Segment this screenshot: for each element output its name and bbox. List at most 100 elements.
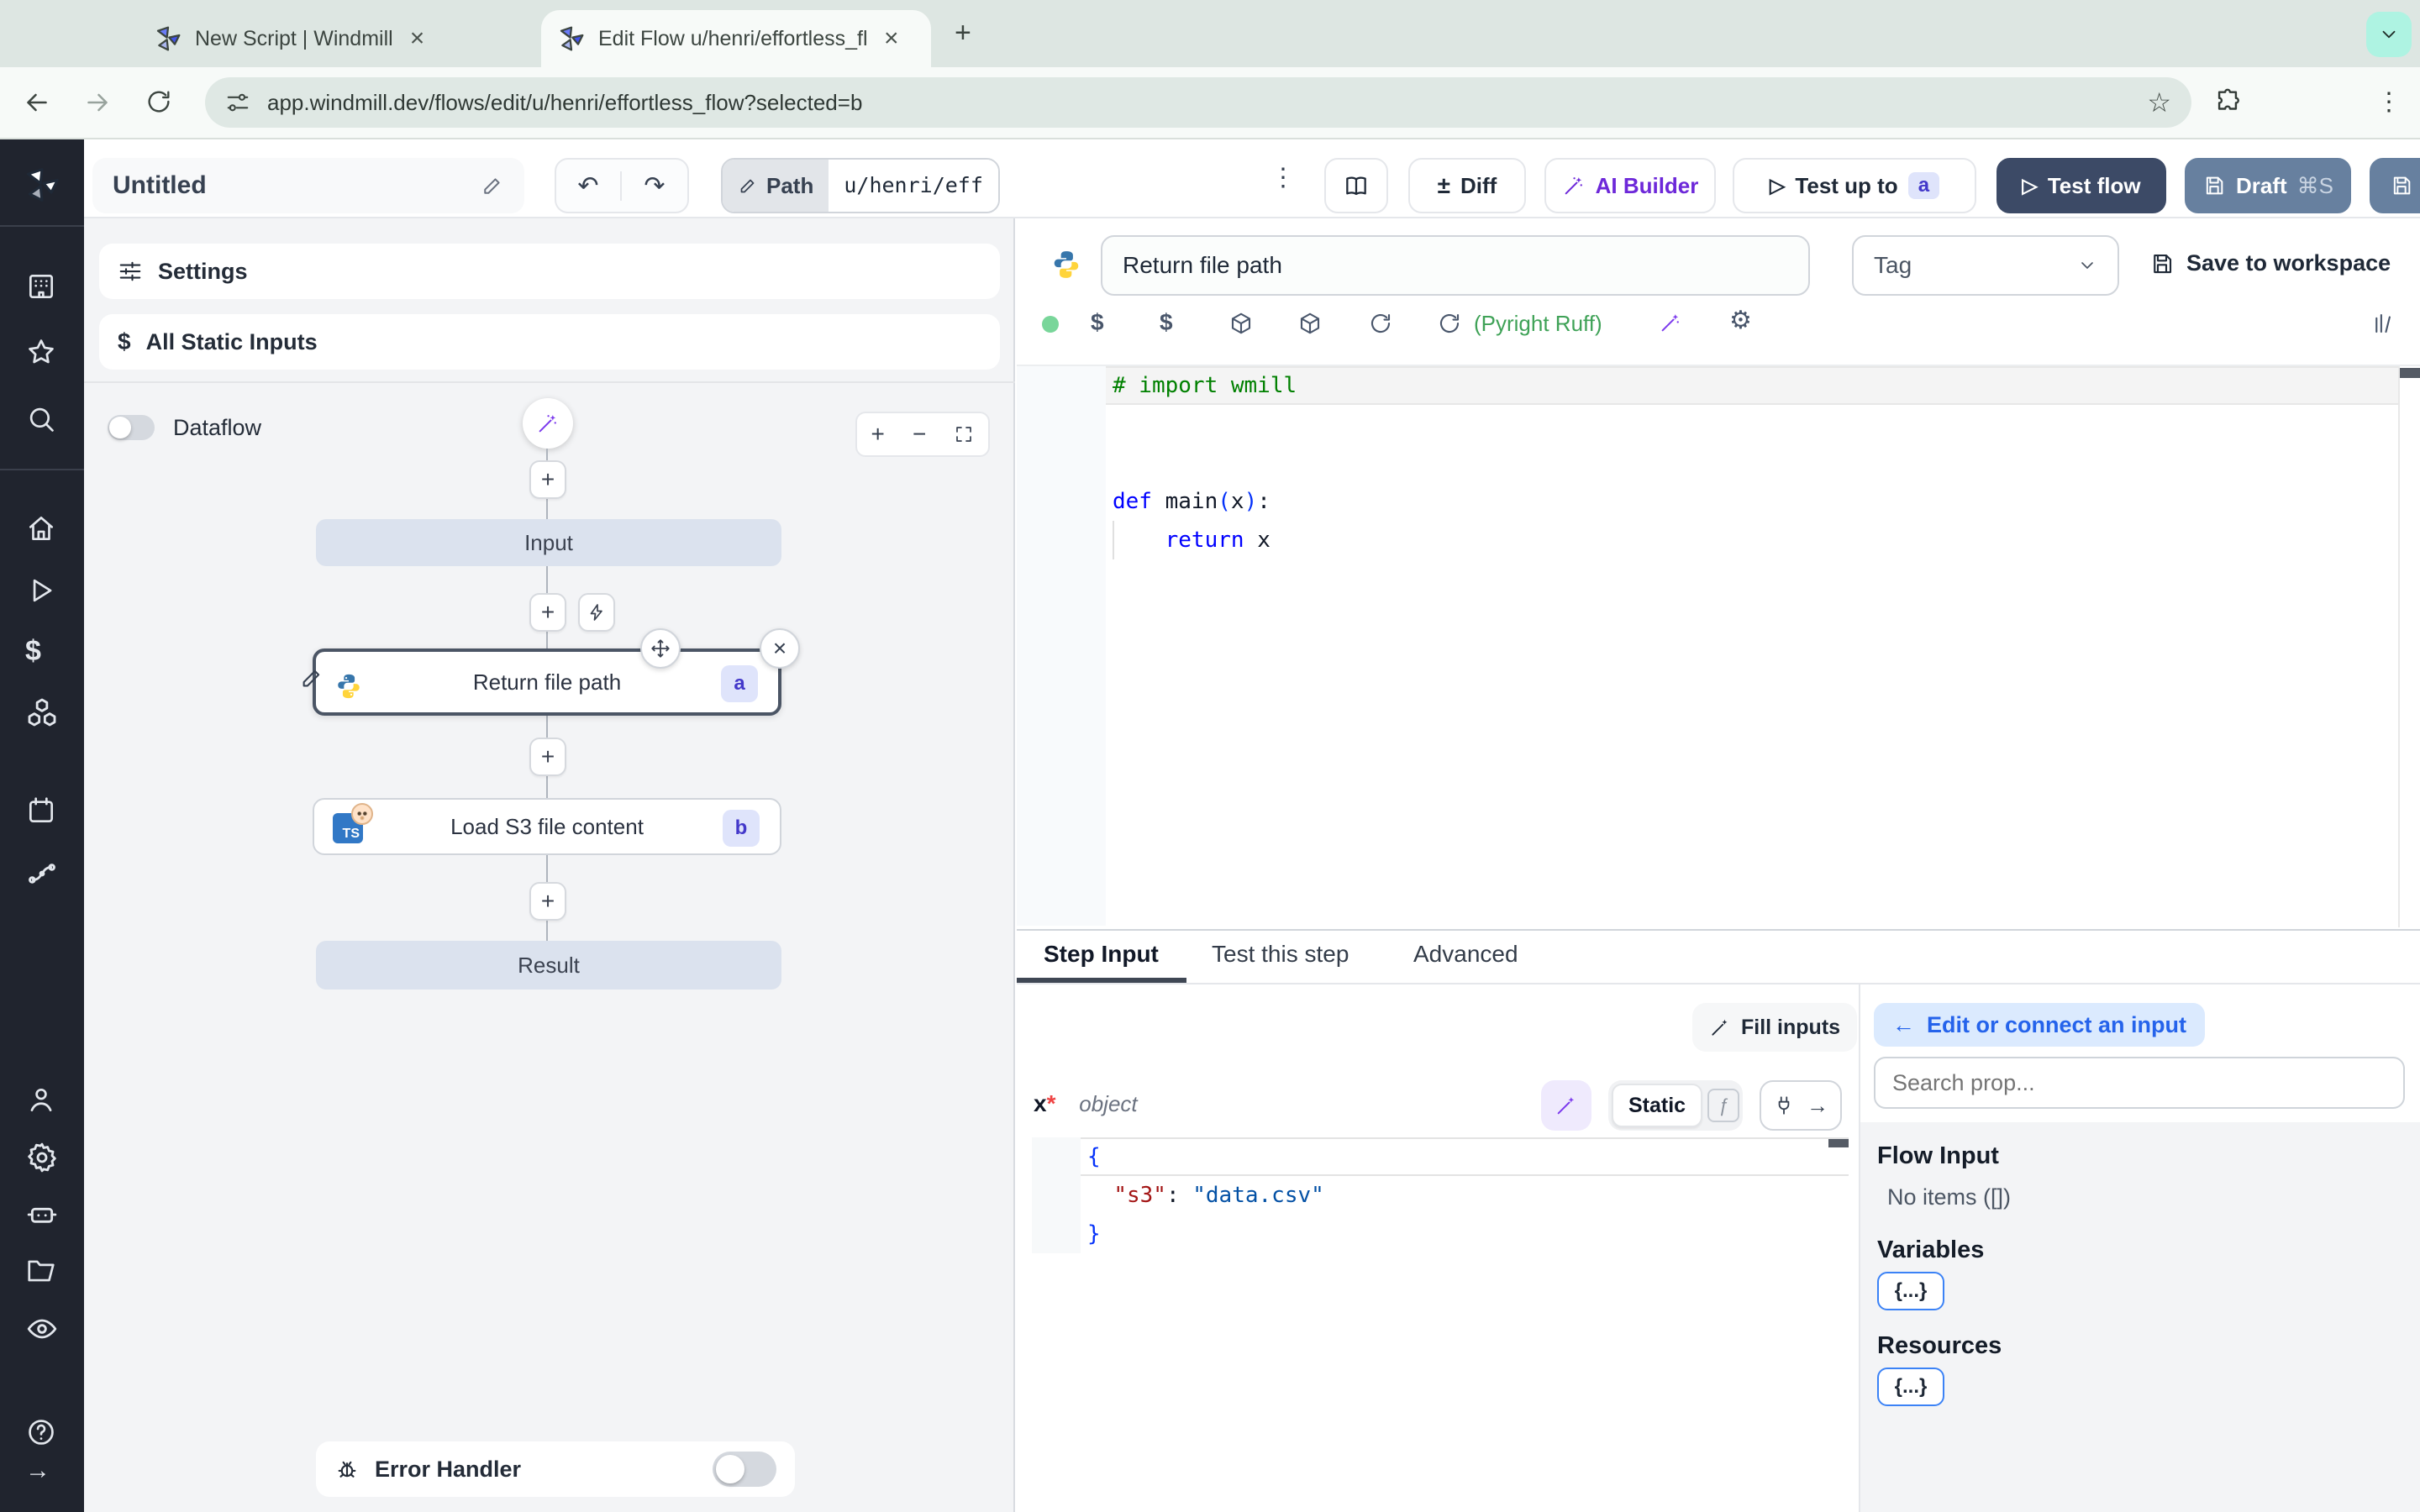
sidebar-item-resources[interactable] [25, 696, 59, 729]
variables-tool-icon[interactable]: $ [1091, 309, 1104, 336]
sidebar-item-runs[interactable] [25, 575, 57, 606]
tab-advanced[interactable]: Advanced [1413, 941, 1518, 968]
dataflow-toggle[interactable] [108, 415, 155, 440]
path-value[interactable]: u/henri/eff [829, 160, 998, 212]
code-editor[interactable]: # import wmill def main(x): return x [1017, 365, 2420, 927]
bookmark-star-icon[interactable]: ☆ [2147, 87, 2171, 118]
more-options-icon[interactable]: ⋮ [1270, 163, 1296, 192]
site-settings-icon[interactable] [225, 90, 250, 115]
edit-or-connect-button[interactable]: ← Edit or connect an input [1874, 1003, 2205, 1047]
test-flow-button[interactable]: ▷ Test flow [1996, 158, 2166, 213]
flow-step-node-b[interactable]: TS Load S3 file content b [313, 798, 781, 855]
sidebar-item-help[interactable] [25, 1416, 57, 1448]
add-step-button[interactable]: + [529, 593, 566, 632]
fill-inputs-button[interactable]: Fill inputs [1692, 1003, 1858, 1052]
expand-icon[interactable] [954, 424, 974, 444]
arrow-right-icon[interactable]: → [1807, 1093, 1828, 1119]
flow-step-node-a[interactable]: Return file path a [313, 648, 781, 716]
undo-button[interactable]: ↶ [556, 171, 622, 201]
diff-label: Diff [1460, 172, 1497, 198]
package-icon[interactable] [1228, 311, 1254, 336]
forward-icon[interactable] [82, 87, 113, 118]
test-up-to-button[interactable]: ▷ Test up to a [1733, 158, 1976, 213]
flow-name-field[interactable]: Untitled [92, 158, 524, 213]
static-mode-button[interactable]: Static [1612, 1084, 1703, 1127]
tab-step-input[interactable]: Step Input [1044, 941, 1159, 968]
add-step-button[interactable]: + [529, 460, 566, 499]
step-editor-panel: Return file path Tag Save to workspace $… [1017, 218, 2420, 1512]
ai-wand-icon[interactable] [1659, 311, 1682, 334]
sidebar-item-workspace[interactable] [25, 270, 57, 302]
javascript-mode-button[interactable]: ƒ [1707, 1089, 1739, 1122]
edit-step-pencil-icon[interactable] [299, 665, 324, 690]
ai-fill-button[interactable] [1541, 1080, 1591, 1131]
diff-button[interactable]: ± Diff [1408, 158, 1526, 213]
flow-settings-button[interactable]: Settings [99, 244, 1000, 299]
close-icon[interactable]: × [410, 24, 425, 53]
plug-icon[interactable] [1773, 1095, 1795, 1116]
resources-tool-icon[interactable]: $ [1160, 309, 1173, 336]
redo-button[interactable]: ↷ [622, 171, 687, 201]
sidebar-item-folders[interactable] [25, 1255, 57, 1287]
browser-tab-inactive[interactable]: New Script | Windmill × [138, 10, 528, 67]
ai-flow-wand-button[interactable] [523, 398, 573, 449]
sidebar-item-schedules[interactable] [25, 795, 57, 827]
move-step-handle[interactable] [640, 628, 681, 669]
reload-icon[interactable] [1437, 311, 1462, 336]
chrome-menu-icon[interactable]: ⋮ [2376, 87, 2402, 117]
scrollbar-thumb[interactable] [1828, 1139, 1849, 1147]
step-title-field[interactable]: Return file path [1101, 235, 1810, 296]
tab-test-this-step[interactable]: Test this step [1212, 941, 1349, 968]
tab-search-button[interactable] [2366, 12, 2412, 57]
deploy-button[interactable]: Deploy [2370, 158, 2420, 213]
sidebar-item-audit-logs[interactable] [25, 1312, 59, 1346]
editor-settings-gear-icon[interactable]: ⚙ [1729, 306, 1752, 335]
path-button[interactable]: Path [723, 160, 829, 212]
error-handler-toggle[interactable] [713, 1452, 776, 1487]
variables-object-button[interactable]: {...} [1877, 1272, 1944, 1310]
flow-input-node[interactable]: Input [316, 519, 781, 566]
search-prop-input[interactable] [1874, 1057, 2405, 1109]
flow-result-node[interactable]: Result [316, 941, 781, 990]
sidebar-item-favorites[interactable] [25, 336, 57, 368]
sidebar-item-routes[interactable] [25, 857, 59, 890]
add-trigger-button[interactable] [578, 593, 615, 632]
close-icon[interactable]: × [884, 24, 899, 53]
sidebar-item-variables[interactable]: $ [25, 635, 41, 668]
sidebar-item-settings[interactable] [25, 1141, 59, 1174]
library-icon[interactable] [2371, 311, 2396, 336]
tag-select[interactable]: Tag [1852, 235, 2119, 296]
sidebar-item-users[interactable] [25, 1084, 57, 1116]
edit-pencil-icon[interactable] [481, 174, 504, 197]
error-handler-card[interactable]: Error Handler [316, 1441, 795, 1497]
back-icon[interactable] [22, 87, 52, 118]
all-static-inputs-button[interactable]: $ All Static Inputs [99, 314, 1000, 370]
browser-tab-active[interactable]: Edit Flow u/henri/effortless_fl × [541, 10, 931, 67]
zoom-in-icon[interactable]: + [871, 421, 885, 448]
json-arg-editor[interactable]: { "s3": "data.csv" } [1032, 1137, 1849, 1253]
reload-icon[interactable] [1368, 311, 1393, 336]
extensions-icon[interactable] [2213, 87, 2242, 116]
add-step-button[interactable]: + [529, 738, 566, 776]
url-bar[interactable]: app.windmill.dev/flows/edit/u/henri/effo… [205, 77, 2191, 128]
new-tab-button[interactable]: + [955, 17, 971, 50]
path-group[interactable]: Path u/henri/eff [721, 158, 1000, 213]
save-to-workspace-button[interactable]: Save to workspace [2149, 250, 2391, 276]
resources-object-button[interactable]: {...} [1877, 1368, 1944, 1406]
delete-step-button[interactable]: × [760, 628, 800, 669]
package-icon[interactable] [1297, 311, 1323, 336]
scrollbar-thumb[interactable] [2400, 368, 2420, 378]
windmill-logo-icon[interactable] [24, 166, 60, 203]
reload-icon[interactable] [145, 87, 173, 116]
sidebar-collapse-icon[interactable]: → [25, 1457, 50, 1485]
lint-status[interactable]: (Pyright Ruff) [1474, 311, 1602, 337]
sidebar-item-ai-agents[interactable] [25, 1198, 59, 1231]
add-step-button[interactable]: + [529, 882, 566, 921]
sidebar-item-search[interactable] [25, 403, 57, 435]
zoom-out-icon[interactable]: − [913, 421, 926, 448]
docs-button[interactable] [1324, 158, 1388, 213]
ai-builder-button[interactable]: AI Builder [1544, 158, 1716, 213]
draft-button[interactable]: Draft ⌘S [2185, 158, 2351, 213]
sidebar-item-home[interactable] [25, 512, 57, 544]
browser-tab-strip: New Script | Windmill × Edit Flow u/henr… [0, 0, 2420, 67]
